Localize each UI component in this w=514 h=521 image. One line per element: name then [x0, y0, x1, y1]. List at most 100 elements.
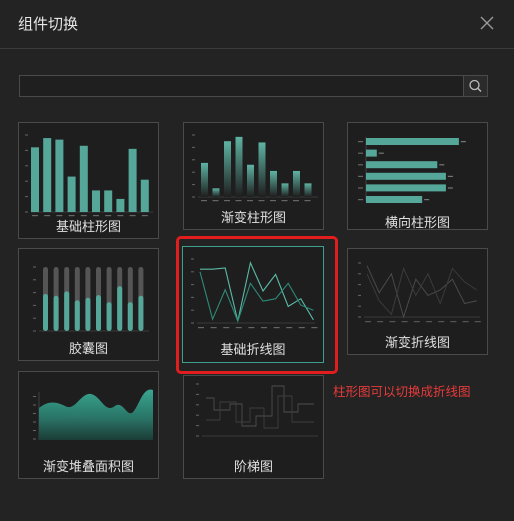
thumbnail-line: [366, 265, 477, 319]
thumbnail-tick: [33, 304, 36, 306]
thumbnail-capsule-fill: [85, 297, 91, 331]
thumbnail-tick: [196, 383, 199, 385]
thumbnail-tick: [33, 330, 36, 332]
card-label: 阶梯图: [233, 460, 273, 475]
thumbnail-bar: [366, 138, 459, 145]
thumbnail-bar: [258, 142, 266, 197]
thumbnail-tick: [358, 199, 363, 201]
thumbnail-x-tick: [426, 321, 432, 323]
card-label: 渐变折线图: [384, 336, 450, 351]
thumbnail-tick: [192, 171, 195, 173]
thumbnail-tick: [358, 141, 363, 143]
thumbnail-capsule-fill: [53, 295, 59, 331]
dialog-header: 组件切换: [0, 0, 514, 49]
thumbnail-x-tick: [201, 200, 207, 202]
thumbnail-tick: [358, 187, 363, 189]
thumbnail-tick: [33, 317, 36, 319]
thumbnail-bar-label: [378, 152, 384, 154]
thumbnail-line: [366, 266, 478, 316]
thumbnail-bar: [247, 164, 254, 197]
thumbnail-tick: [192, 134, 195, 136]
thumbnail-x-tick: [304, 200, 311, 202]
thumbnail-tick: [33, 396, 36, 397]
component-switch-dialog: 组件切换 基础柱形图 渐变柱形图 横向柱形图 胶囊图 基础折线图 渐变折线图 渐…: [0, 0, 514, 521]
search-button[interactable]: [463, 76, 487, 96]
thumbnail-bar: [116, 198, 125, 212]
thumbnail-x-tick: [224, 200, 230, 202]
thumbnail-bar: [281, 183, 289, 197]
thumbnail-x-tick: [365, 321, 371, 323]
thumbnail-tick: [33, 421, 36, 423]
thumbnail-tick: [25, 196, 28, 198]
thumbnail-capsule-fill: [117, 286, 123, 331]
thumbnail-bar: [31, 147, 39, 212]
thumbnail-tick: [196, 414, 199, 416]
thumbnail-bar-label: [447, 175, 453, 177]
thumbnail-tick: [33, 266, 36, 268]
thumbnail-x-tick: [281, 200, 288, 202]
card-label: 横向柱形图: [384, 216, 450, 231]
card-gradient-line[interactable]: 渐变折线图: [347, 248, 488, 355]
thumbnail-tick: [358, 273, 361, 275]
thumbnail-x-tick: [293, 200, 299, 202]
thumbnail-bar: [293, 170, 300, 197]
thumbnail-bar: [104, 190, 113, 212]
thumbnail-bar: [79, 145, 88, 212]
thumbnail-tick: [196, 404, 199, 406]
thumbnail-bar: [92, 190, 100, 212]
card-capsule[interactable]: 胶囊图: [18, 248, 159, 361]
thumbnail-bar: [201, 162, 208, 197]
close-icon[interactable]: [478, 14, 496, 32]
thumbnail-capsule-fill: [138, 295, 144, 331]
thumbnail-x-tick: [389, 321, 396, 323]
card-label: 渐变堆叠面积图: [42, 460, 134, 475]
thumbnail-tick: [33, 279, 36, 281]
search-input[interactable]: [20, 76, 464, 96]
thumbnail-tick: [33, 413, 36, 414]
card-step[interactable]: 阶梯图: [183, 375, 324, 479]
thumbnail-x-tick: [377, 321, 384, 323]
thumbnail-capsule-fill: [127, 302, 133, 331]
thumbnail-x-tick: [413, 321, 420, 323]
card-horizontal-bar[interactable]: 横向柱形图: [347, 122, 488, 231]
card-basic-bar[interactable]: 基础柱形图: [18, 122, 159, 239]
thumbnail-x-tick: [235, 200, 242, 202]
thumbnail-x-tick: [450, 321, 457, 323]
thumbnail-tick: [33, 438, 36, 440]
thumbnail-tick: [25, 149, 28, 151]
thumbnail-bar: [366, 161, 438, 169]
thumbnail-tick: [192, 196, 195, 198]
thumbnail-bar-label: [424, 199, 430, 201]
thumbnail-tick: [25, 165, 28, 167]
thumbnail-tick: [192, 184, 195, 186]
thumbnail-bar: [235, 136, 243, 197]
thumbnail-x-tick: [212, 200, 219, 202]
card-label: 渐变柱形图: [220, 211, 286, 226]
thumbnail-capsule-fill: [43, 293, 48, 331]
thumbnail-bar: [67, 176, 76, 212]
thumbnail-bar: [304, 183, 312, 197]
thumbnail-tick: [358, 152, 363, 154]
card-gradient-stacked-area[interactable]: 渐变堆叠面积图: [18, 371, 159, 479]
annotation-text: 柱形图可以切换成折线图: [333, 384, 471, 399]
selection-highlight-box: [176, 236, 338, 374]
thumbnail-tick: [358, 175, 363, 177]
thumbnail-bar-label: [439, 164, 445, 166]
card-label: 胶囊图: [68, 342, 108, 357]
thumbnail-x-tick: [258, 200, 265, 202]
thumbnail-bar: [270, 170, 277, 197]
thumbnail-line: [206, 385, 314, 427]
thumbnail-tick: [192, 159, 195, 161]
thumbnail-capsule-fill: [74, 300, 80, 331]
thumbnail-capsule-fill: [64, 291, 70, 331]
thumbnail-capsule-fill: [106, 302, 112, 331]
thumbnail-capsule-fill: [96, 295, 101, 331]
card-gradient-bar[interactable]: 渐变柱形图: [183, 122, 324, 230]
thumbnail-x-tick: [247, 200, 253, 202]
thumbnail-bar: [366, 149, 377, 157]
thumbnail-tick: [33, 430, 36, 431]
thumbnail-x-tick: [474, 321, 481, 323]
thumbnail-x-tick: [401, 321, 408, 323]
thumbnail-bar: [43, 138, 52, 212]
thumbnail-tick: [358, 262, 361, 264]
